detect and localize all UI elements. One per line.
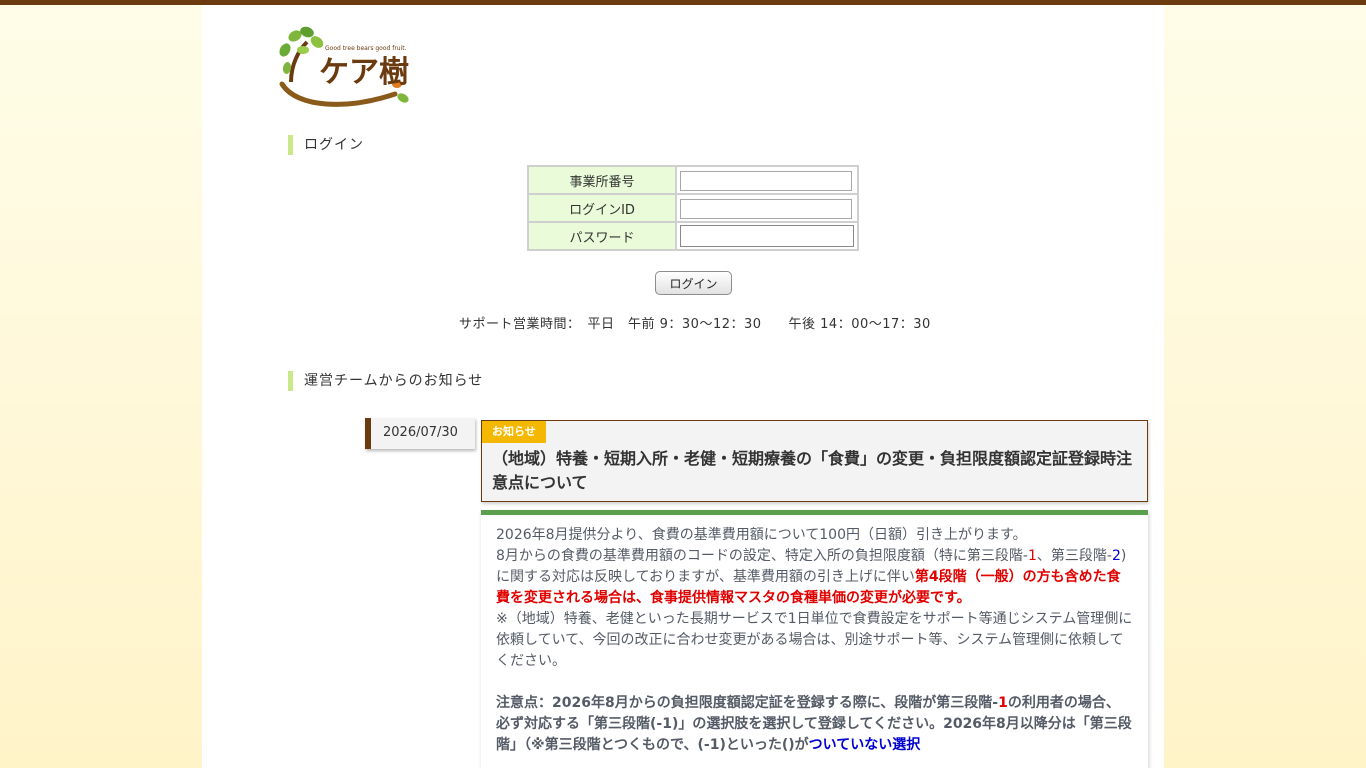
password-row: パスワード <box>528 222 858 250</box>
notice-paragraph-3: ※（地域）特養、老健といった長期サービスで1日単位で食費設定をサポート等通じシス… <box>496 611 1133 669</box>
login-id-input[interactable] <box>680 198 852 219</box>
office-number-label: 事業所番号 <box>528 166 676 194</box>
login-id-label: ログインID <box>528 194 676 222</box>
login-form: 事業所番号 ログインID パスワード <box>527 165 859 251</box>
notice-title-card[interactable]: お知らせ （地域）特養・短期入所・老健・短期療養の「食費」の変更・負担限度額認定… <box>481 420 1148 502</box>
password-input[interactable] <box>680 225 854 247</box>
care-ju-logo[interactable]: Good tree bears good fruit. ケア樹 <box>277 24 417 108</box>
notice-title[interactable]: （地域）特養・短期入所・老健・短期療養の「食費」の変更・負担限度額認定証登録時注… <box>492 447 1140 495</box>
logo-wordmark: ケア樹 <box>319 55 409 90</box>
notices-heading: 運営チームからのお知らせ <box>288 371 483 391</box>
login-id-row: ログインID <box>528 194 858 222</box>
notice-date: 2026/07/30 <box>365 418 475 449</box>
tree-logo-icon: Good tree bears good fruit. ケア樹 <box>279 26 409 107</box>
notice-badge: お知らせ <box>482 421 546 443</box>
notice-paragraph-1: 2026年8月提供分より、食費の基準費用額について100円（日額）引き上がります… <box>496 527 1027 543</box>
login-heading: ログイン <box>288 135 364 155</box>
support-hours: サポート営業時間： 平日 午前 9：30～12：30 午後 14：00～17：3… <box>459 317 931 332</box>
office-number-input[interactable] <box>680 170 852 191</box>
notice-body: 2026年8月提供分より、食費の基準費用額について100円（日額）引き上がります… <box>481 510 1148 768</box>
notice-caution: 注意点：2026年8月からの負担限度額認定証を登録する際に、段階が第三段階-1の… <box>496 695 1132 753</box>
notice-paragraph-2: 8月からの食費の基準費用額のコードの設定、特定入所の負担限度額（特に第三段階-1… <box>496 548 1127 606</box>
office-number-row: 事業所番号 <box>528 166 858 194</box>
password-label: パスワード <box>528 222 676 250</box>
login-button[interactable]: ログイン <box>655 271 732 295</box>
logo-tagline: Good tree bears good fruit. <box>325 45 407 52</box>
